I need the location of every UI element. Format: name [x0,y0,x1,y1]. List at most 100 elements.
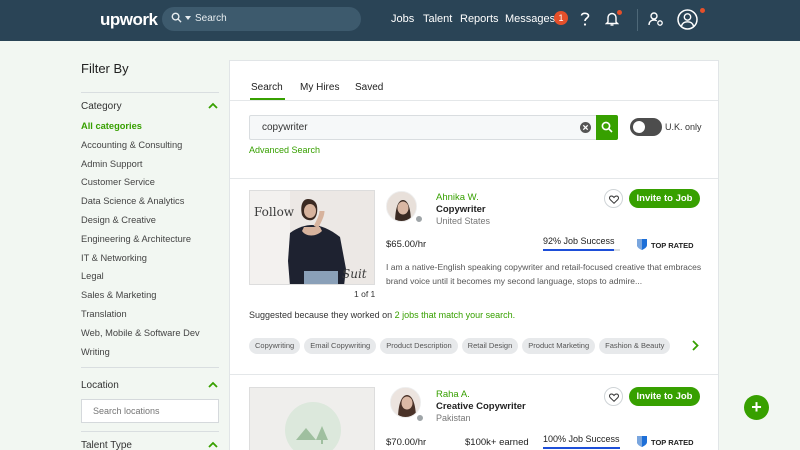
avatar-photo [387,192,416,221]
upwork-logo[interactable]: upwork [100,10,158,30]
job-success-score: 100% Job Success [543,434,620,444]
category-item[interactable]: Admin Support [81,158,221,177]
freelancer-name[interactable]: Raha A. [436,389,470,400]
freelancer-location: United States [436,216,491,226]
chevron-up-icon[interactable] [208,441,218,448]
hourly-rate: $65.00/hr [386,239,427,250]
category-item[interactable]: Design & Creative [81,214,221,233]
invite-to-job-button[interactable]: Invite to Job [629,387,700,406]
chevron-up-icon[interactable] [208,102,218,109]
online-status-dot [415,215,423,223]
uk-only-toggle[interactable] [630,118,662,136]
skill-chip[interactable]: Copywriting [249,338,301,354]
search-query[interactable]: copywriter [262,122,308,133]
search-submit-button[interactable] [596,115,618,140]
location-search-input[interactable] [81,399,219,423]
category-item[interactable]: IT & Networking [81,252,221,271]
search-icon [601,121,613,133]
freelancer-avatar[interactable] [390,387,421,418]
skill-chip[interactable]: Product Description [380,338,458,354]
location-heading[interactable]: Location [81,380,119,391]
notification-dot [617,10,622,15]
freelancer-location: Pakistan [436,413,471,423]
portfolio-thumbnail[interactable] [249,387,375,450]
chevron-up-icon[interactable] [208,381,218,388]
divider [230,374,718,375]
search-label: Search [195,13,227,24]
tab-saved[interactable]: Saved [355,82,383,93]
heart-icon [609,195,619,204]
nav-talent[interactable]: Talent [423,13,452,25]
category-all[interactable]: All categories [81,120,221,139]
category-item[interactable]: Engineering & Architecture [81,233,221,252]
messages-count-badge: 1 [554,11,568,25]
user-settings-icon[interactable] [648,11,664,27]
talent-type-heading[interactable]: Talent Type [81,440,132,450]
freelancer-title: Creative Copywriter [436,401,526,412]
skill-chip[interactable]: Retail Design [461,338,519,354]
skill-chip[interactable]: Fashion & Beauty [599,338,671,354]
nav-jobs[interactable]: Jobs [391,13,414,25]
portfolio-image-text: Suit [342,267,367,281]
save-freelancer-button[interactable] [604,387,623,406]
divider [230,178,718,179]
category-heading[interactable]: Category [81,101,122,112]
freelancer-name[interactable]: Ahnika W. [436,192,479,203]
uk-only-label: U.K. only [665,122,702,132]
portfolio-thumbnail[interactable]: Follow Suit [249,190,375,285]
category-item[interactable]: Translation [81,308,221,327]
category-item[interactable]: Legal [81,270,221,289]
category-list: All categories Accounting & Consulting A… [81,120,221,364]
help-icon[interactable] [579,11,591,27]
hourly-rate: $70.00/hr [386,437,427,448]
portfolio-counter: 1 of 1 [354,289,376,299]
add-button[interactable]: + [744,395,769,420]
top-rated-badge: TOP RATED [651,438,694,447]
talent-search-panel: Search My Hires Saved copywriter U.K. on… [229,60,719,450]
nav-reports[interactable]: Reports [460,13,499,25]
global-search[interactable]: Search [162,7,361,31]
online-status-dot [416,414,424,422]
category-item[interactable]: Web, Mobile & Software Dev [81,327,221,346]
freelancer-overview: I am a native-English speaking copywrite… [386,262,702,286]
tab-my-hires[interactable]: My Hires [300,82,339,93]
skills-list: Copywriting Email Copywriting Product Desc… [249,337,694,355]
job-success-fill [543,249,614,251]
category-item[interactable]: Sales & Marketing [81,289,221,308]
chevron-right-icon[interactable] [691,340,699,351]
heart-icon [609,393,619,402]
job-success-bar [543,249,620,251]
search-icon [171,12,182,23]
account-avatar-icon[interactable] [677,9,698,30]
top-rated-badge: TOP RATED [651,241,694,250]
save-freelancer-button[interactable] [604,189,623,208]
portfolio-image-text: Follow [254,205,295,219]
talent-search-input[interactable]: copywriter [249,115,597,140]
category-item[interactable]: Accounting & Consulting [81,139,221,158]
skill-chip[interactable]: Email Copywriting [304,338,377,354]
clear-icon[interactable] [580,122,591,133]
advanced-search-link[interactable]: Advanced Search [249,145,320,155]
total-earned: $100k+ earned [465,437,529,448]
top-rated-badge-icon [637,239,647,250]
invite-to-job-button[interactable]: Invite to Job [629,189,700,208]
category-item[interactable]: Writing [81,346,221,365]
freelancer-avatar[interactable] [386,191,417,222]
skill-chip[interactable]: Product Marketing [522,338,596,354]
category-item[interactable]: Data Science & Analytics [81,195,221,214]
filter-by-title: Filter By [81,61,129,76]
matching-jobs-link[interactable]: 2 jobs that match your search. [395,310,516,320]
suggestion-text: Suggested because they worked on [249,310,395,320]
divider [81,92,219,93]
nav-messages[interactable]: Messages [505,13,555,25]
job-success-score: 92% Job Success [543,236,615,246]
tab-search[interactable]: Search [251,82,283,93]
category-item[interactable]: Customer Service [81,176,221,195]
divider [81,431,219,432]
top-rated-badge-icon [637,436,647,447]
chevron-down-icon[interactable] [185,16,191,20]
toggle-knob [633,121,645,133]
divider [81,367,219,368]
job-success-bar [543,447,620,449]
avatar-photo [391,388,420,417]
